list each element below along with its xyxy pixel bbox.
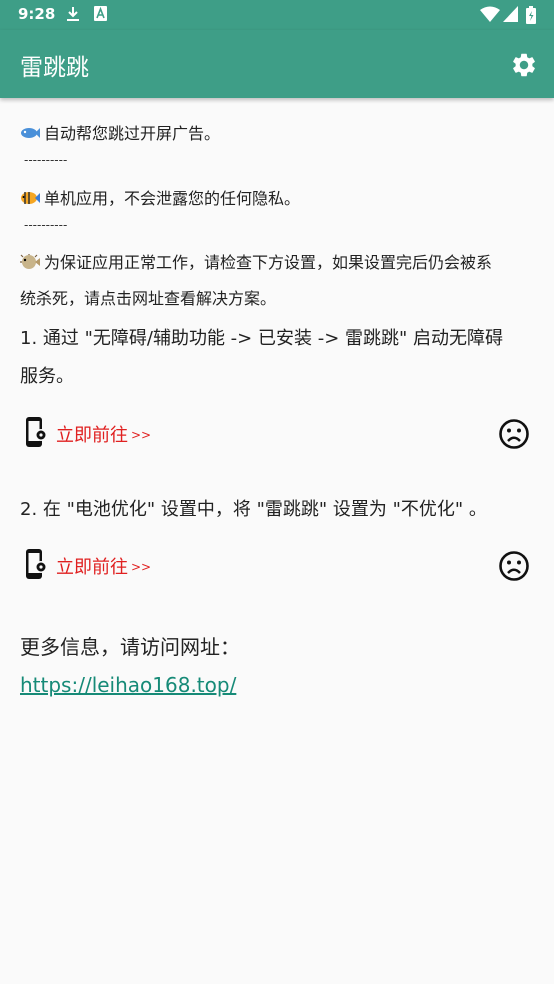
tip-settings-check: 为保证应用正常工作，请检查下方设置，如果设置完后仍会被系 [20,249,492,273]
separator: ---------- [24,218,68,232]
step-text-line: 2. 在 "电池优化" 设置中，将 "雷跳跳" 设置为 "不优化" 。 [20,499,487,520]
tip-text: 单机应用，不会泄露您的任何隐私。 [44,189,301,208]
gear-icon[interactable] [510,51,538,79]
wifi-icon [480,6,500,22]
tip-text: 为保证应用正常工作，请检查下方设置，如果设置完后仍会被系 [44,253,493,272]
font-a-icon [94,6,107,21]
separator: ---------- [24,153,68,167]
tip-privacy: 单机应用，不会泄露您的任何隐私。 [20,185,300,209]
tip-text: 自动帮您跳过开屏广告。 [44,124,221,143]
tropical-fish-icon [21,192,40,204]
website-link[interactable]: https://leihao168.top/ [20,673,236,697]
signal-icon [503,6,518,22]
battery-icon [526,6,536,24]
step-accessibility: 1. 通过 "无障碍/辅助功能 -> 已安装 -> 雷跳跳" 启动无障碍 服务。 [20,320,534,396]
tip-text-continued: 统杀死，请点击网址查看解决方案。 [20,289,277,308]
step-text-line: 服务。 [20,366,74,387]
step-battery-action-row: 立即前往 >> [20,546,534,586]
sad-face-icon [499,551,529,581]
phone-settings-icon [26,549,47,579]
goto-label: 立即前往 [56,425,128,446]
step-text-line: 1. 通过 "无障碍/辅助功能 -> 已安装 -> 雷跳跳" 启动无障碍 [20,328,504,349]
blowfish-icon [20,254,40,269]
goto-accessibility-button[interactable]: 立即前往 >> [56,421,151,447]
phone-settings-icon [26,417,47,447]
step-battery-optimization: 2. 在 "电池优化" 设置中，将 "雷跳跳" 设置为 "不优化" 。 [20,491,534,529]
sad-face-icon [499,419,529,449]
more-info-label: 更多信息，请访问网址： [20,635,240,659]
app-bar: 雷跳跳 [0,30,554,98]
goto-arrows: >> [131,560,152,574]
status-time: 9:28 [18,5,56,23]
tip-skip-ads: 自动帮您跳过开屏广告。 [20,120,220,144]
fish-icon [21,128,40,138]
app-title: 雷跳跳 [20,55,89,81]
goto-label: 立即前往 [56,557,128,578]
status-bar: 9:28 [0,0,554,30]
download-icon [67,7,79,21]
step-accessibility-action-row: 立即前往 >> [20,414,534,454]
goto-arrows: >> [131,428,152,442]
goto-battery-button[interactable]: 立即前往 >> [56,553,151,579]
